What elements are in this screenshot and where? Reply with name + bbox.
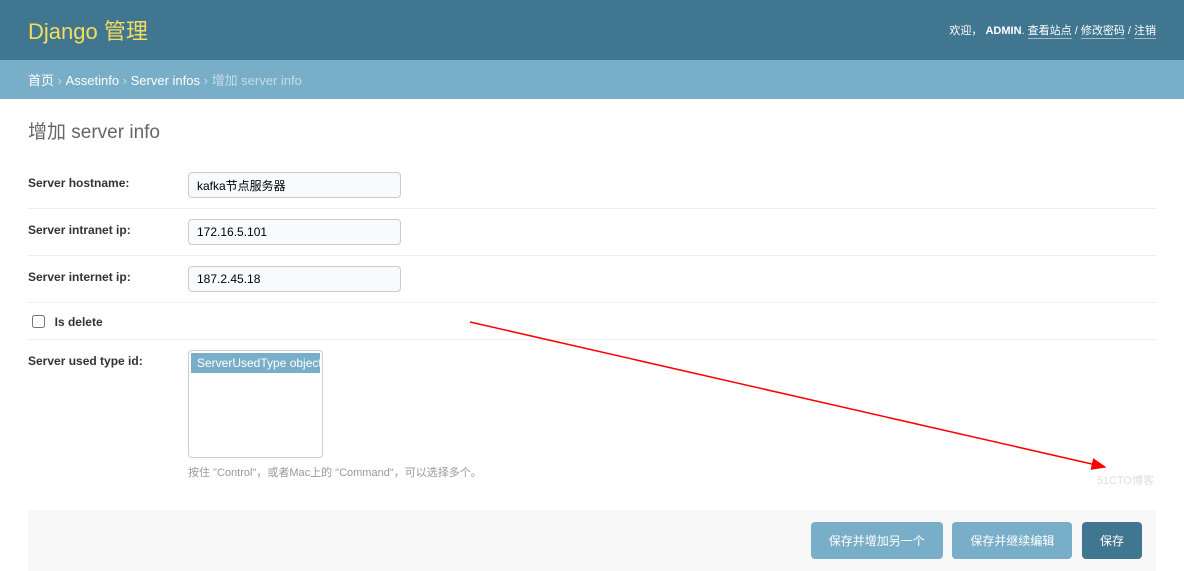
is-delete-checkbox[interactable] xyxy=(32,315,45,328)
field-row-hostname: Server hostname: xyxy=(28,162,1156,209)
label-internet-ip: Server internet ip: xyxy=(28,266,188,284)
internet-ip-input[interactable] xyxy=(188,266,401,292)
user-tools: 欢迎， ADMIN. 查看站点 / 修改密码 / 注销 xyxy=(949,22,1156,38)
label-hostname: Server hostname: xyxy=(28,172,188,190)
change-password-link[interactable]: 修改密码 xyxy=(1081,25,1125,39)
hostname-input[interactable] xyxy=(188,172,401,198)
save-add-another-button[interactable]: 保存并增加另一个 xyxy=(811,522,943,559)
view-site-link[interactable]: 查看站点 xyxy=(1028,25,1072,39)
save-button[interactable]: 保存 xyxy=(1082,522,1142,559)
content: 增加 server info Server hostname: Server i… xyxy=(0,99,1184,571)
label-is-delete[interactable]: Is delete xyxy=(55,315,103,329)
used-type-help: 按住 "Control"，或者Mac上的 "Command"，可以选择多个。 xyxy=(188,464,482,480)
page-title: 增加 server info xyxy=(28,117,1156,144)
logout-link[interactable]: 注销 xyxy=(1134,25,1156,39)
site-branding[interactable]: Django 管理 xyxy=(28,14,148,46)
breadcrumb-current: 增加 server info xyxy=(212,73,302,88)
breadcrumb-app[interactable]: Assetinfo xyxy=(66,73,119,88)
breadcrumb: 首页 › Assetinfo › Server infos › 增加 serve… xyxy=(0,60,1184,99)
used-type-select[interactable]: ServerUsedType object (1) xyxy=(188,350,323,458)
field-row-is-delete: Is delete xyxy=(28,303,1156,340)
label-intranet-ip: Server intranet ip: xyxy=(28,219,188,237)
intranet-ip-input[interactable] xyxy=(188,219,401,245)
field-row-internet-ip: Server internet ip: xyxy=(28,256,1156,303)
field-row-intranet-ip: Server intranet ip: xyxy=(28,209,1156,256)
save-continue-button[interactable]: 保存并继续编辑 xyxy=(952,522,1072,559)
welcome-text: 欢迎， xyxy=(949,25,982,37)
breadcrumb-model[interactable]: Server infos xyxy=(131,73,200,88)
submit-row: 保存并增加另一个 保存并继续编辑 保存 xyxy=(28,510,1156,571)
admin-header: Django 管理 欢迎， ADMIN. 查看站点 / 修改密码 / 注销 xyxy=(0,0,1184,60)
used-type-option[interactable]: ServerUsedType object (1) xyxy=(191,353,320,373)
label-used-type: Server used type id: xyxy=(28,350,188,368)
username: ADMIN xyxy=(985,25,1021,37)
field-row-used-type: Server used type id: ServerUsedType obje… xyxy=(28,340,1156,490)
breadcrumb-home[interactable]: 首页 xyxy=(28,73,54,88)
